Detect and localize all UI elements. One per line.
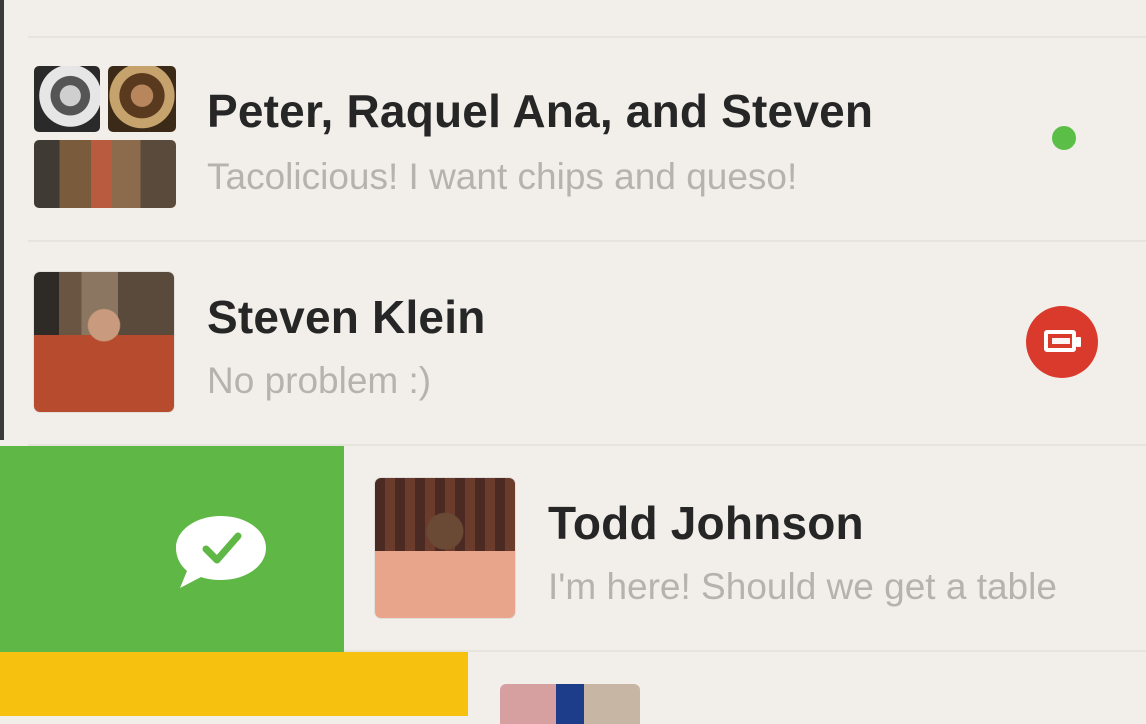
conversation-preview: No problem :) bbox=[207, 360, 432, 401]
online-status-icon bbox=[1052, 126, 1076, 150]
conversation-title: Todd Johnson bbox=[548, 497, 864, 549]
conversation-title: Peter, Raquel Ana, and Steven bbox=[207, 85, 874, 137]
conversation-preview: I'm here! Should we get a table bbox=[548, 566, 1057, 607]
chat-check-icon bbox=[176, 516, 266, 588]
swipe-action-archive[interactable] bbox=[0, 652, 468, 716]
conversation-title: Steven Klein bbox=[207, 291, 486, 343]
avatar-raquel bbox=[108, 66, 176, 132]
avatar bbox=[34, 272, 174, 412]
avatar-steven bbox=[34, 140, 176, 208]
avatar bbox=[375, 478, 515, 618]
group-avatar bbox=[34, 66, 176, 208]
conversation-preview: Tacolicious! I want chips and queso! bbox=[207, 156, 798, 197]
avatar bbox=[500, 684, 640, 724]
avatar-peter bbox=[34, 66, 100, 132]
battery-icon bbox=[1026, 306, 1098, 378]
